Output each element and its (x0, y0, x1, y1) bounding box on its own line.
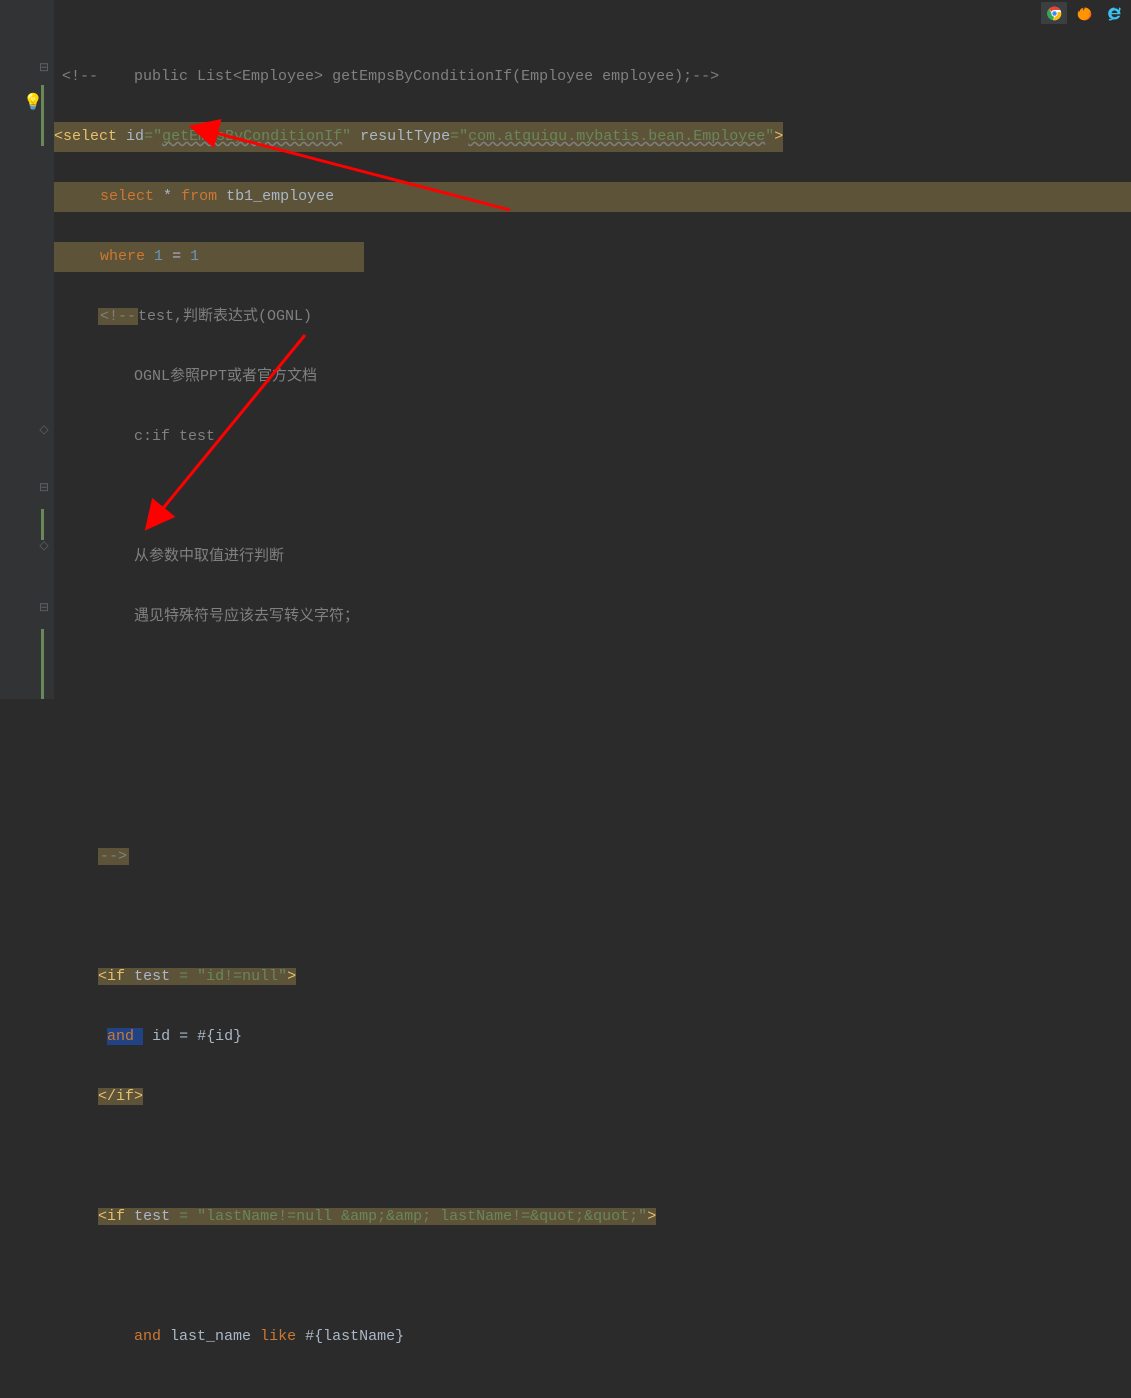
comment-open: <!-- (62, 68, 98, 85)
sql-table: tb1_employee (226, 188, 334, 205)
tag-if-close: if (116, 1088, 134, 1105)
injection-strip-icon (41, 629, 44, 699)
firefox-icon[interactable] (1071, 2, 1097, 24)
sql-from: from (181, 188, 217, 205)
attr-id: id (126, 128, 144, 145)
comment-line: c:if test (134, 428, 215, 445)
comment-line: OGNL参照PPT或者官方文档 (134, 368, 317, 385)
comment-open: <!-- (100, 308, 136, 325)
comment-close: --> (98, 848, 129, 865)
comment-line: 遇见特殊符号应该去写转义字符； (134, 608, 359, 625)
tag-close: > (774, 128, 783, 145)
injection-strip-icon (41, 509, 44, 540)
fold-marker-icon[interactable]: ⊟ (38, 62, 50, 74)
attr-id-value: getEmpsByConditionIf (162, 128, 342, 145)
attr-test: test (134, 1208, 170, 1225)
sql-col: last_name (170, 1328, 251, 1345)
sql-id-expr: id = #{id} (152, 1028, 242, 1045)
sql-like: like (260, 1328, 296, 1345)
fold-marker-icon[interactable]: ◇ (38, 424, 50, 436)
code-text[interactable]: <!-- public List<Employee> getEmpsByCond… (54, 0, 1131, 699)
injection-strip-icon (41, 85, 44, 146)
fold-marker-icon[interactable]: ⊟ (38, 482, 50, 494)
fold-marker-icon[interactable]: ◇ (38, 540, 50, 552)
chrome-icon[interactable] (1041, 2, 1067, 24)
attr-test: test (134, 968, 170, 985)
test-expr: lastName!=null &amp;&amp; lastName!=&quo… (206, 1208, 638, 1225)
comment-signature: public List<Employee> getEmpsByCondition… (134, 68, 719, 85)
sql-and: and (107, 1028, 134, 1045)
sql-num: 1 (154, 248, 163, 265)
fold-marker-icon[interactable]: ⊟ (38, 602, 50, 614)
tag-select: select (63, 128, 117, 145)
bulb-icon[interactable]: 💡 (23, 92, 43, 112)
selection: and (107, 1028, 143, 1045)
sql-and: and (134, 1328, 161, 1345)
ie-icon[interactable] (1101, 2, 1127, 24)
attr-resultType: resultType (360, 128, 450, 145)
tag-punct: < (54, 128, 63, 145)
attr-resultType-value: com.atguigu.mybatis.bean.Employee (468, 128, 765, 145)
sql-select: select (100, 188, 154, 205)
sql-param: #{lastName} (305, 1328, 404, 1345)
code-editor[interactable]: ⊟ ◇ ⊟ ◇ ⊟ <!-- public List<Employee> get… (0, 0, 1131, 699)
sql-num: 1 (190, 248, 199, 265)
comment-line: test,判断表达式(OGNL) (138, 308, 312, 325)
test-expr: id!=null (206, 968, 278, 985)
tag-if: if (107, 968, 125, 985)
sql-where: where (100, 248, 145, 265)
comment-line: 从参数中取值进行判断 (134, 548, 284, 565)
tag-if: if (107, 1208, 125, 1225)
browser-icons-tray (1037, 0, 1131, 26)
sql-eq: = (172, 248, 181, 265)
tag-punct: </ (98, 1088, 116, 1105)
sql-star: * (163, 188, 172, 205)
